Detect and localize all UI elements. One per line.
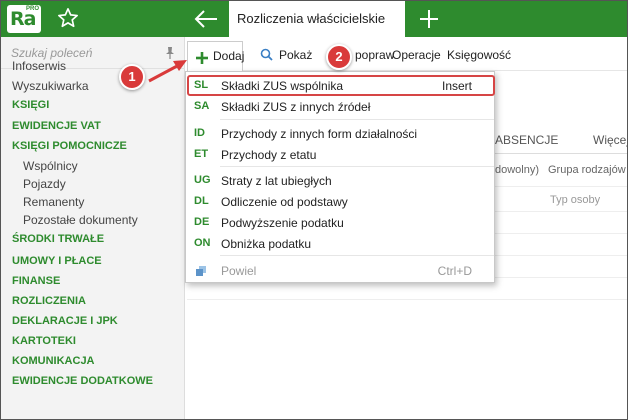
step-2-badge: 2	[326, 44, 352, 70]
top-bar: Ra PRO Rozliczenia właścicielskie	[1, 1, 627, 37]
sidebar-item-umowy-i-płace[interactable]: UMOWY I PŁACE	[12, 255, 102, 267]
add-plus-icon	[196, 52, 208, 64]
menu-item-label: Podwyższenie podatku	[221, 216, 344, 230]
menu-item-dl[interactable]: DL Odliczenie od podstawy	[186, 192, 494, 212]
menu-item-label: Odliczenie od podstawy	[221, 195, 348, 209]
duplicate-icon	[196, 266, 206, 276]
add-button[interactable]: Dodaj	[187, 41, 245, 71]
menu-item-duplicate[interactable]: Powiel Ctrl+D	[186, 261, 494, 281]
sidebar: Szukaj poleceń Infoserwis Wyszukiwarka KSI…	[1, 37, 185, 419]
tab-absences[interactable]: ABSENCJE	[495, 133, 558, 147]
step-1-badge: 1	[119, 64, 145, 90]
menu-item-code: ON	[194, 237, 211, 249]
add-button-label: Dodaj	[213, 49, 245, 63]
menu-item-shortcut: Ctrl+D	[437, 264, 472, 278]
menu-item-et[interactable]: ET Przychody z etatu	[186, 145, 494, 165]
menu-item-code: SA	[194, 100, 210, 112]
menu-item-code: UG	[194, 174, 211, 186]
highlight-box	[187, 75, 495, 96]
menu-item-label: Obniżka podatku	[221, 237, 312, 251]
sidebar-item-deklaracje-i-jpk[interactable]: DEKLARACJE I JPK	[12, 315, 118, 327]
tab-title: Rozliczenia właścicielskie	[237, 11, 386, 26]
edit-button[interactable]: popraw	[355, 48, 394, 62]
menu-item-de[interactable]: DE Podwyższenie podatku	[186, 213, 494, 233]
filter-group[interactable]: Grupa rodzajów	[548, 164, 626, 176]
sidebar-item-kartoteki[interactable]: KARTOTEKI	[12, 335, 76, 347]
sidebar-item-pozostałe-dokumenty[interactable]: Pozostałe dokumenty	[23, 213, 138, 227]
menu-item-code: DL	[194, 195, 209, 207]
sidebar-item-finanse[interactable]: FINANSE	[12, 275, 60, 287]
sidebar-item-wyszukiwarka[interactable]: Wyszukiwarka	[12, 79, 89, 93]
sidebar-item-środki-trwałe[interactable]: ŚRODKI TRWAŁE	[12, 233, 104, 245]
back-arrow-icon[interactable]	[193, 7, 219, 31]
menu-item-on[interactable]: ON Obniżka podatku	[186, 234, 494, 254]
column-header-person-type[interactable]: Typ osoby	[550, 194, 600, 206]
menu-separator	[220, 255, 494, 256]
menu-item-code: DE	[194, 216, 210, 228]
menu-item-id[interactable]: ID Przychody z innych form działalności	[186, 124, 494, 144]
menu-item-code: ET	[194, 148, 209, 160]
logo-pro-badge: PRO	[25, 6, 39, 12]
sidebar-item-rozliczenia[interactable]: ROZLICZENIA	[12, 295, 86, 307]
sidebar-item-wspólnicy[interactable]: Wspólnicy	[23, 159, 78, 173]
sidebar-item-infoserwis[interactable]: Infoserwis	[12, 59, 66, 73]
app-window: Ra PRO Rozliczenia właścicielskie Szukaj…	[0, 0, 628, 420]
menu-item-label: Przychody z etatu	[221, 148, 317, 162]
menu-separator	[220, 119, 494, 120]
sidebar-item-komunikacja[interactable]: KOMUNIKACJA	[12, 355, 95, 367]
sidebar-item-księgi[interactable]: KSIĘGI	[12, 99, 49, 111]
toolbar: Dodaj Pokaż popraw Operacje Księgowość	[187, 37, 627, 71]
sidebar-item-księgi-pomocnicze[interactable]: KSIĘGI POMOCNICZE	[12, 140, 127, 152]
tab-rozliczenia-wlascicielskie[interactable]: Rozliczenia właścicielskie	[229, 1, 405, 37]
add-dropdown-menu: SL Składki ZUS wspólnika Insert SA Składki Z…	[185, 71, 495, 283]
menu-separator	[220, 166, 494, 167]
grid-line	[187, 299, 627, 300]
menu-item-label: Składki ZUS z innych źródeł	[221, 100, 371, 114]
new-tab-plus-icon[interactable]	[417, 7, 441, 31]
sidebar-item-remanenty[interactable]: Remanenty	[23, 195, 84, 209]
search-icon	[260, 48, 273, 61]
star-icon[interactable]	[57, 7, 79, 29]
sidebar-item-ewidencje-vat[interactable]: EWIDENCJE VAT	[12, 120, 101, 132]
filter-any[interactable]: dowolny)	[495, 164, 539, 176]
operations-menu[interactable]: Operacje	[392, 48, 441, 62]
menu-item-sa[interactable]: SA Składki ZUS z innych źródeł	[186, 97, 494, 117]
sidebar-item-pojazdy[interactable]: Pojazdy	[23, 177, 66, 191]
tab-more[interactable]: Więcej	[593, 133, 627, 147]
menu-item-label: Przychody z innych form działalności	[221, 127, 418, 141]
accounting-menu[interactable]: Księgowość	[447, 48, 511, 62]
sidebar-item-ewidencje-dodatkowe[interactable]: EWIDENCJE DODATKOWE	[12, 375, 153, 387]
menu-item-label: Powiel	[221, 264, 257, 278]
pin-icon[interactable]	[164, 46, 176, 60]
show-button[interactable]: Pokaż	[279, 48, 312, 62]
search-input[interactable]: Szukaj poleceń	[11, 46, 92, 60]
app-logo[interactable]: Ra PRO	[7, 5, 41, 33]
menu-item-label: Straty z lat ubiegłych	[221, 174, 332, 188]
menu-item-code: ID	[194, 127, 205, 139]
menu-item-ug[interactable]: UG Straty z lat ubiegłych	[186, 171, 494, 191]
